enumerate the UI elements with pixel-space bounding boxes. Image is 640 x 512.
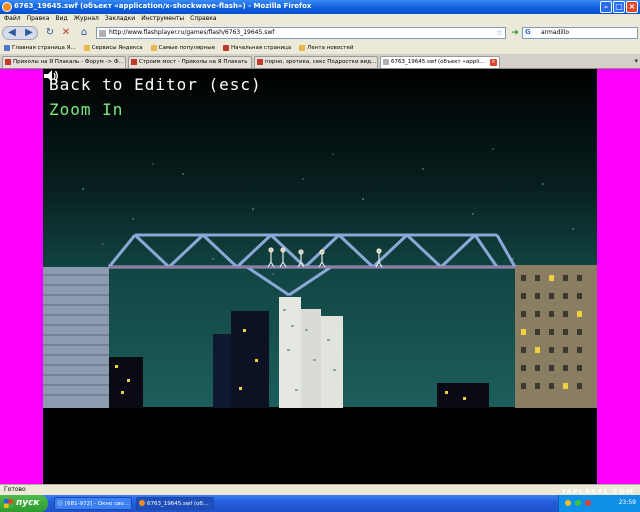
menu-file[interactable]: Файл (4, 14, 21, 24)
bookmark-item[interactable]: Сервисы Яндекса (83, 42, 143, 54)
status-text: Готово (4, 486, 26, 493)
menu-view[interactable]: Вид (55, 14, 67, 24)
home-icon[interactable]: ⌂ (78, 26, 90, 40)
tray-icon[interactable] (575, 500, 581, 506)
bookmark-icon (4, 45, 10, 51)
bookmark-item[interactable]: Самые популярные (150, 42, 215, 54)
minimize-button[interactable]: – (600, 1, 612, 13)
tab-bridge[interactable]: Строим мост - Приколы на Я Плакать (128, 56, 252, 68)
bookmark-item[interactable]: Главная страница Я... (4, 42, 76, 54)
window-title-bar[interactable]: 6763_19645.swf (объект «application/x-sh… (0, 0, 640, 14)
status-bar: Готово (0, 484, 640, 495)
firefox-icon (2, 2, 12, 12)
tab-forum[interactable]: Приколы на Я Плакаль - Форум -> Ф... (2, 56, 126, 68)
tab-favicon-icon (5, 59, 11, 65)
menu-edit[interactable]: Правка (27, 14, 50, 24)
search-engine-icon[interactable]: G (525, 28, 531, 36)
forward-arrow-icon[interactable]: ▶ (22, 26, 36, 40)
window-title: 6763_19645.swf (объект «application/x-sh… (14, 2, 312, 10)
menu-help[interactable]: Справка (190, 14, 216, 24)
taskbar-item-firefox[interactable]: 6763_19645.swf (об... (136, 497, 214, 510)
tab-list-icon[interactable]: ▾ (634, 57, 638, 65)
game-scene (43, 69, 597, 484)
tab-strip: Приколы на Я Плакаль - Форум -> Ф... Стр… (0, 54, 640, 69)
zoom-in-button[interactable]: Zoom In (49, 100, 123, 119)
bookmark-item[interactable]: Начальная страница (222, 42, 291, 54)
navigation-toolbar: ◀ ▶ ↻ ✕ ⌂ http://www.flashplayer.ru/game… (0, 24, 640, 42)
building-right (515, 265, 597, 408)
bookmark-icon (222, 45, 229, 51)
search-query: armadillo (541, 29, 570, 36)
flash-game-canvas[interactable]: Back to Editor (esc) Zoom In (43, 69, 597, 484)
ground (43, 407, 597, 484)
tab-other[interactable]: порно, эротика, секс Подростки вид... (254, 56, 378, 68)
window-icon (57, 500, 63, 506)
back-to-editor-button[interactable]: Back to Editor (esc) (49, 75, 262, 94)
system-tray: 23:59 (558, 495, 640, 512)
maximize-button[interactable]: □ (613, 1, 625, 13)
folder-icon (83, 45, 90, 51)
building-left (43, 267, 109, 408)
menu-tools[interactable]: Инструменты (141, 14, 184, 24)
tab-favicon-icon (131, 59, 137, 65)
search-input[interactable]: G armadillo (522, 27, 638, 39)
url-text: http://www.flashplayer.ru/games/flash/67… (109, 29, 275, 36)
tab-favicon-icon (257, 59, 263, 65)
page-favicon-icon (99, 30, 106, 37)
window-controls: – □ × (600, 1, 638, 13)
folder-icon (150, 45, 157, 51)
close-button[interactable]: × (626, 1, 638, 13)
back-arrow-icon[interactable]: ◀ (4, 26, 20, 40)
rss-icon (299, 45, 306, 51)
firefox-icon (139, 500, 145, 506)
bookmark-item[interactable]: Лента новостей (299, 42, 353, 54)
stop-icon[interactable]: ✕ (60, 26, 72, 40)
menu-bar: Файл Правка Вид Журнал Закладки Инструме… (0, 14, 640, 24)
tray-icon[interactable] (585, 500, 591, 506)
tab-favicon-icon (383, 59, 389, 65)
url-bar[interactable]: http://www.flashplayer.ru/games/flash/67… (96, 27, 506, 39)
tab-close-icon[interactable]: × (490, 59, 497, 66)
go-arrow-icon[interactable]: ➜ (509, 27, 521, 39)
tray-icon[interactable] (565, 500, 571, 506)
taskbar-item-chat[interactable]: [681-972] - Окно сво... (54, 497, 132, 510)
speaker-icon[interactable] (43, 69, 59, 83)
clock: 23:59 (618, 499, 636, 506)
menu-history[interactable]: Журнал (74, 14, 99, 24)
windows-flag-icon (4, 499, 13, 508)
tab-active-swf[interactable]: 6763_19645.swf (объект «appli... × (380, 56, 500, 68)
start-button[interactable]: пуск (0, 495, 48, 512)
taskbar: пуск [681-972] - Окно сво... 6763_19645.… (0, 495, 640, 512)
reload-icon[interactable]: ↻ (44, 26, 56, 40)
bookmark-star-icon[interactable]: ☆ (496, 28, 503, 37)
menu-bookmarks[interactable]: Закладки (105, 14, 135, 24)
bookmarks-toolbar: Главная страница Я... Сервисы Яндекса Са… (0, 42, 640, 54)
